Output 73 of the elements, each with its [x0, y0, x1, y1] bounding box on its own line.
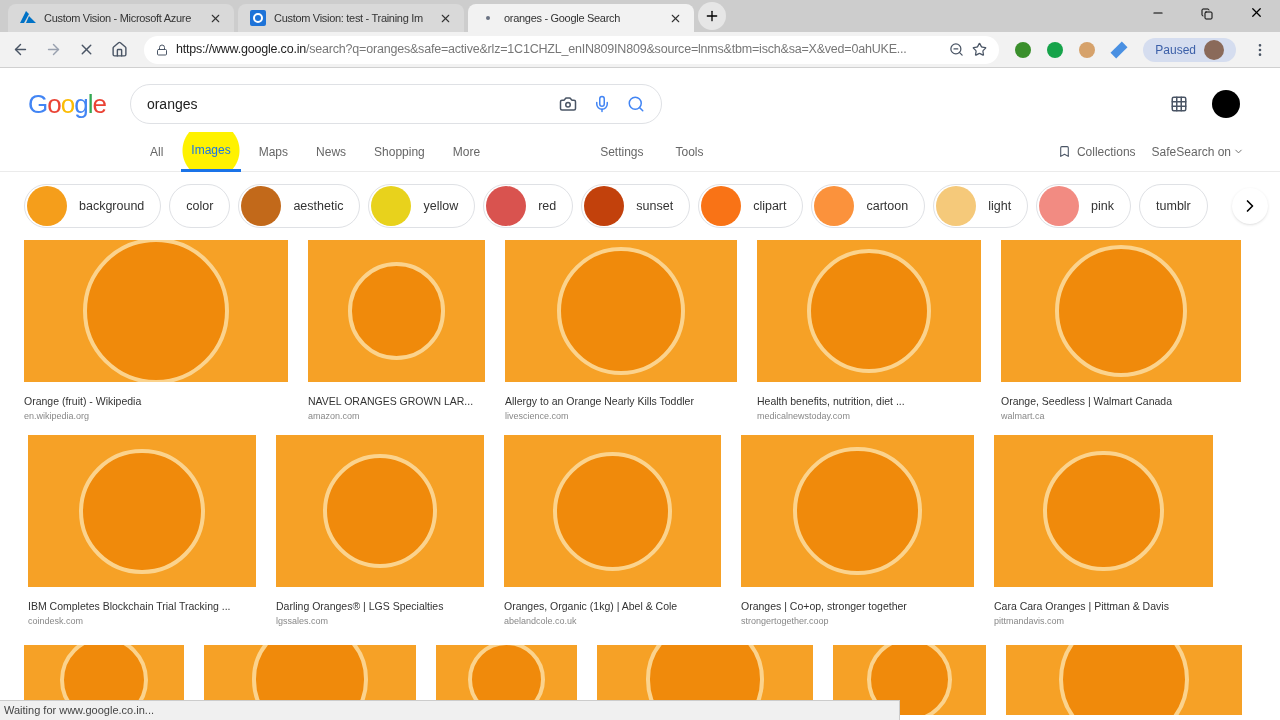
- back-icon[interactable]: [12, 41, 29, 58]
- lock-icon: [156, 43, 168, 56]
- new-tab-button[interactable]: [698, 2, 726, 30]
- photo-placeholder[interactable]: [757, 240, 981, 382]
- circle-extension-icon[interactable]: [1047, 41, 1064, 58]
- result-title[interactable]: NAVEL ORANGES GROWN LAR...: [308, 394, 485, 410]
- result-title[interactable]: Orange, Seedless | Walmart Canada: [1001, 394, 1241, 410]
- photo-placeholder[interactable]: [28, 435, 256, 588]
- photo-placeholder[interactable]: [276, 435, 484, 588]
- nav-tab[interactable]: Maps: [248, 131, 299, 172]
- zoom-icon[interactable]: [949, 42, 965, 57]
- forward-icon[interactable]: [45, 41, 62, 58]
- photo-placeholder[interactable]: [308, 240, 485, 382]
- result-source: abelandcole.co.uk: [504, 615, 578, 628]
- result-source: en.wikipedia.org: [24, 409, 91, 423]
- result-source: amazon.com: [308, 409, 361, 423]
- restore-icon[interactable]: [1201, 8, 1213, 20]
- safesearch-dropdown[interactable]: SafeSearch on: [1151, 142, 1244, 161]
- result-source: medicalnewstoday.com: [757, 409, 851, 423]
- browser-tab[interactable]: oranges - Google Search: [468, 4, 694, 32]
- photo-placeholder[interactable]: [24, 240, 288, 382]
- plus-icon: [704, 8, 720, 24]
- tab-title: oranges - Google Search: [504, 10, 621, 26]
- collections-link[interactable]: Collections: [1076, 142, 1136, 161]
- photo-placeholder[interactable]: [741, 435, 974, 588]
- nav-tab[interactable]: More: [442, 131, 491, 172]
- camera-icon[interactable]: [558, 95, 577, 113]
- search-icon[interactable]: [626, 95, 645, 113]
- result-title[interactable]: Health benefits, nutrition, diet ...: [757, 394, 981, 410]
- browser-tab[interactable]: Custom Vision: test - Training Im: [238, 4, 464, 32]
- nav-tab[interactable]: News: [306, 131, 357, 172]
- result-title[interactable]: Oranges | Co+op, stronger together: [741, 599, 974, 615]
- address-bar[interactable]: https://www.google.co.in/search?q=oranges&safe=active&rlz=1C1CHZL_enIN809IN809&source=lnms&tbm=isch&sa=X&ved=0ahUKE...: [144, 35, 1000, 64]
- nav-tab[interactable]: Shopping: [364, 131, 435, 172]
- nav-tab[interactable]: All: [140, 131, 174, 172]
- photo-placeholder[interactable]: [833, 644, 986, 715]
- search-query: oranges: [146, 94, 199, 114]
- profile-button[interactable]: Paused: [1143, 37, 1236, 62]
- browser-tab[interactable]: Custom Vision - Microsoft Azure: [8, 4, 234, 32]
- bookmark-star-icon[interactable]: [972, 42, 988, 57]
- result-source: lgssales.com: [276, 615, 330, 628]
- result-title[interactable]: IBM Completes Blockchain Trial Tracking ...: [28, 599, 256, 615]
- nav-tab[interactable]: Images: [181, 131, 241, 172]
- result-source: walmart.ca: [1001, 409, 1046, 423]
- url-text: https://www.google.co.in/search?q=oranges&safe=active&rlz=1C1CHZL_enIN809IN809&source=lnms&tbm=isch&sa=X&ved=0ahUKE...: [176, 41, 908, 59]
- collections-icon[interactable]: [1057, 145, 1071, 158]
- home-icon[interactable]: [111, 41, 128, 58]
- result-title[interactable]: Orange (fruit) - Wikipedia: [24, 394, 288, 410]
- photo-placeholder[interactable]: [504, 435, 721, 588]
- result-title[interactable]: Cara Cara Oranges | Pittman & Davis: [994, 599, 1213, 615]
- eye-logo-icon: [250, 10, 266, 26]
- tab-title: Custom Vision - Microsoft Azure: [44, 10, 192, 26]
- photo-placeholder[interactable]: [1001, 240, 1241, 382]
- triangle-logo-icon: [20, 11, 36, 25]
- tab-title: Custom Vision: test - Training Im: [274, 10, 424, 26]
- loading-status-tooltip: Waiting for www.google.co.in...: [0, 700, 900, 720]
- tool-link[interactable]: Tools: [663, 142, 716, 161]
- result-title[interactable]: Allergy to an Orange Nearly Kills Toddler: [505, 394, 737, 410]
- google-logo[interactable]: Google: [28, 84, 106, 124]
- photo-placeholder[interactable]: [505, 240, 737, 382]
- result-title[interactable]: Oranges, Organic (1kg) | Abel & Cole: [504, 599, 721, 615]
- result-source: coindesk.com: [28, 615, 85, 628]
- result-source: livescience.com: [505, 409, 570, 423]
- photo-placeholder[interactable]: [994, 435, 1213, 588]
- photo-placeholder[interactable]: [1006, 644, 1242, 715]
- result-title[interactable]: Darling Oranges® | LGS Specialties: [276, 599, 484, 615]
- avatar-icon: [1204, 39, 1224, 60]
- avatar-icon[interactable]: [1212, 90, 1240, 118]
- result-source: strongertogether.coop: [741, 615, 830, 628]
- apps-grid-icon[interactable]: [1170, 95, 1188, 113]
- result-source: pittmandavis.com: [994, 615, 1066, 628]
- tool-link[interactable]: Settings: [588, 142, 656, 161]
- close-icon[interactable]: [1249, 5, 1264, 20]
